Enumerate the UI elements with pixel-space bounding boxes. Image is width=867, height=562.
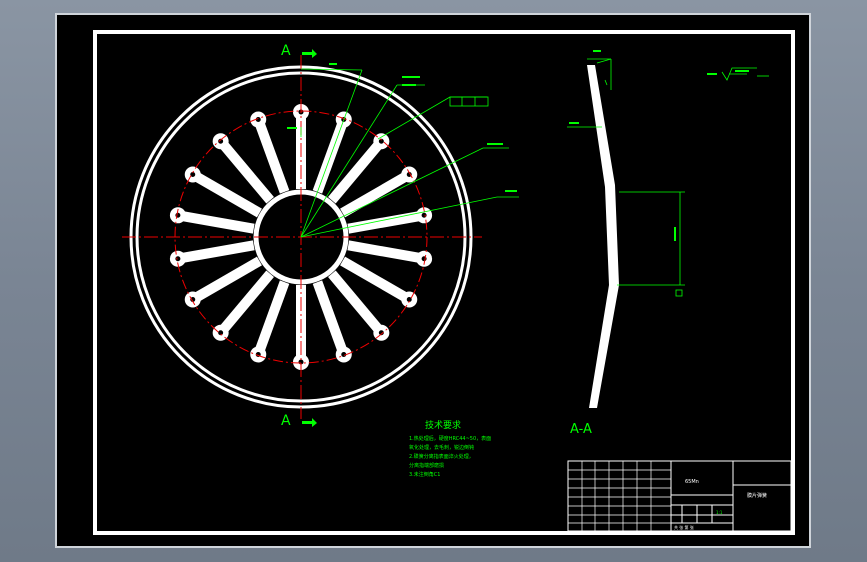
finger-hole: [421, 212, 427, 218]
finger-slot: [347, 210, 425, 234]
spring-profile: [587, 65, 619, 408]
section-arrow-bottom: [302, 418, 317, 427]
drawing-sheet: A A A-A 技术要求 1.热处理后，硬度HRC44~50，表面 氧化处理，去…: [55, 13, 811, 548]
tech-req-line: 分离指端部磨损: [409, 462, 444, 469]
finger-hole: [175, 256, 181, 262]
tech-req-line: 3.未注倒角C1: [409, 471, 440, 478]
section-mark-bottom: A: [281, 413, 291, 429]
tech-req-line: 2.碟簧分离指表面淬火处理，: [409, 453, 474, 460]
tech-req-line: 氧化处理，去毛刺，锐边倒钝: [409, 444, 474, 451]
title-block-scale: 1:1: [716, 510, 723, 515]
technical-requirements: 技术要求 1.热处理后，硬度HRC44~50，表面 氧化处理，去毛刺，锐边倒钝 …: [409, 419, 491, 478]
finger-slot: [177, 210, 255, 234]
section-view: A-A: [567, 50, 769, 437]
title-block-material: 65Mn: [685, 479, 699, 485]
title-block: 65Mn 膜片弹簧 1:1 共 张 第 张: [567, 460, 792, 532]
tolerance-frame: [449, 96, 489, 107]
section-view-label: A-A: [570, 422, 592, 437]
finger-slot: [347, 240, 425, 264]
section-arrow-top: [302, 49, 317, 58]
section-mark-top: A: [281, 43, 291, 59]
front-view: A A: [122, 43, 519, 429]
title-block-sheet: 共 张 第 张: [674, 524, 694, 530]
finger-slot: [253, 117, 290, 194]
title-block-part-name: 膜片弹簧: [747, 492, 767, 499]
tech-req-title: 技术要求: [425, 419, 461, 431]
tech-req-line: 1.热处理后，硬度HRC44~50，表面: [409, 435, 491, 442]
finger-slot: [312, 280, 349, 357]
finger-slot: [253, 280, 290, 357]
cad-drawing-canvas: A A A-A 技术要求 1.热处理后，硬度HRC44~50，表面 氧化处理，去…: [93, 30, 795, 535]
finger-slot: [177, 240, 255, 264]
